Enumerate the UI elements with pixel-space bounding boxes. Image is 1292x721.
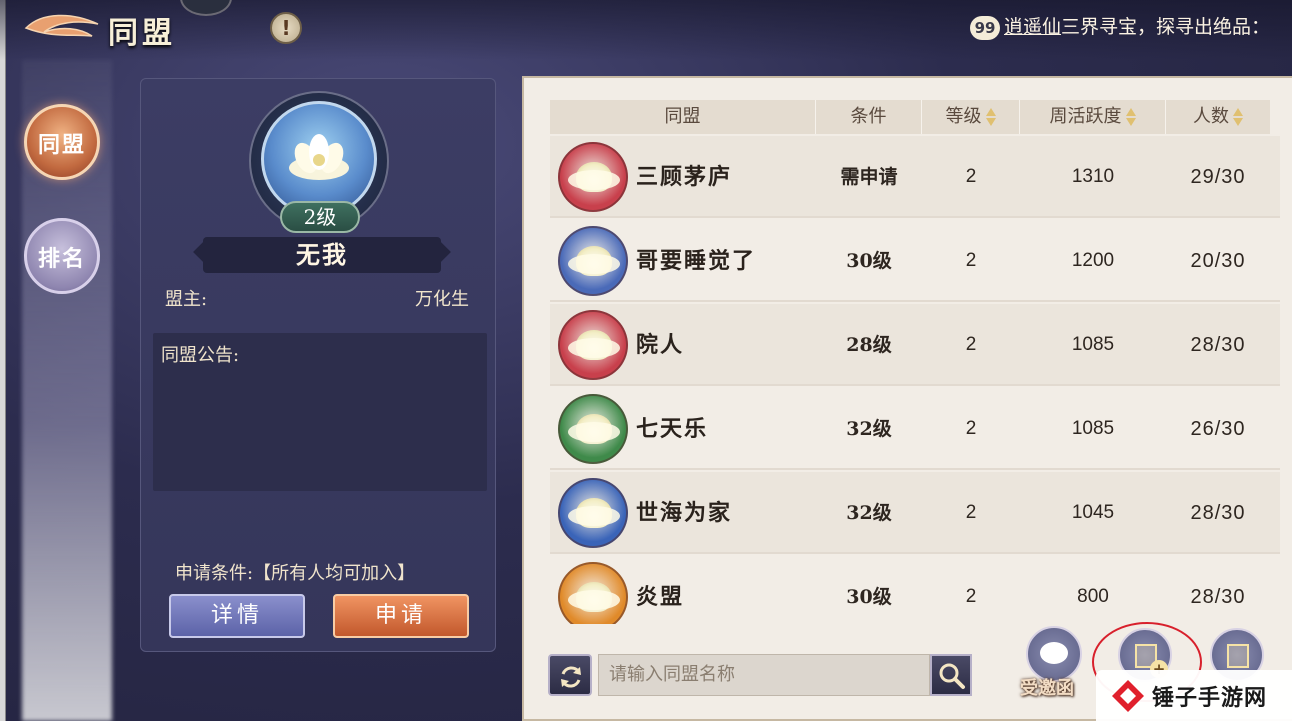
leader-label: 盟主:: [165, 289, 208, 310]
row-activity: 1045: [1071, 502, 1115, 523]
alliance-emblem-icon: [558, 310, 628, 380]
marquee: 99 逍遥仙三界寻宝，探寻出绝品：: [970, 12, 1292, 42]
sort-icon: [985, 108, 996, 126]
row-members: 28/30: [1190, 586, 1246, 608]
vip-badge: 99: [970, 16, 1000, 40]
alliance-emblem-icon: [558, 226, 628, 296]
banner-list-icon: [1227, 644, 1249, 668]
alliance-name: 无我: [203, 237, 441, 273]
alliance-emblem-icon: [261, 101, 377, 217]
row-members: 29/30: [1190, 166, 1246, 188]
sort-icon: [1233, 108, 1243, 126]
desktop-edge: [0, 0, 6, 721]
info-button[interactable]: !: [270, 12, 302, 44]
invitation-label: 受邀函: [1020, 678, 1074, 699]
alliance-emblem-icon: [558, 394, 628, 464]
nav-tab-ranking[interactable]: 排名: [24, 218, 100, 294]
alliance-detail-panel: 2级 无我 盟主: 万化生 同盟公告: 申请条件:【所有人均可加入】 详情 申请: [140, 78, 496, 652]
marquee-text: 三界寻宝，探寻出绝品：: [1061, 16, 1271, 38]
row-members: 28/30: [1190, 502, 1246, 524]
lotus-icon: [289, 134, 349, 180]
logo-swirl-icon: [24, 14, 99, 37]
row-activity: 1085: [1071, 418, 1115, 439]
marquee-player-link[interactable]: 逍遥仙: [1004, 16, 1061, 38]
col-header-name: 同盟: [550, 100, 816, 134]
table-row[interactable]: 院人 28级 2 1085 28/30: [550, 304, 1280, 386]
row-level: 2: [965, 166, 977, 187]
search-button[interactable]: [930, 654, 972, 696]
col-header-condition: 条件: [816, 100, 922, 134]
row-name: 炎盟: [636, 584, 685, 610]
exclamation-icon: !: [281, 16, 291, 40]
alliance-level-badge: 2级: [280, 201, 360, 233]
row-name: 三顾茅庐: [636, 164, 733, 190]
col-header-activity[interactable]: 周活跃度: [1020, 100, 1166, 134]
row-condition: 30级: [846, 250, 892, 272]
row-level: 2: [965, 502, 977, 523]
alliance-emblem-icon: [558, 562, 628, 624]
row-condition: 需申请: [840, 166, 898, 188]
row-name: 七天乐: [636, 416, 709, 442]
row-members: 26/30: [1190, 418, 1246, 440]
row-level: 2: [965, 418, 977, 439]
row-condition: 32级: [846, 502, 892, 524]
alliance-emblem-icon: [558, 478, 628, 548]
search-icon: [939, 663, 965, 689]
row-condition: 28级: [846, 334, 892, 356]
row-level: 2: [965, 250, 977, 271]
refresh-button[interactable]: [548, 654, 592, 696]
apply-button[interactable]: 申请: [333, 594, 469, 638]
row-level: 2: [965, 334, 977, 355]
chat-bubble-icon: [1040, 642, 1068, 664]
row-activity: 1085: [1071, 334, 1115, 355]
table-row[interactable]: 炎盟 30级 2 800 28/30: [550, 556, 1280, 624]
apply-condition: 申请条件:【所有人均可加入】: [175, 563, 416, 584]
sort-icon: [1125, 108, 1136, 126]
notice-label: 同盟公告:: [161, 345, 240, 366]
row-name: 院人: [636, 332, 685, 358]
leader-name: 万化生: [415, 289, 469, 310]
row-name: 世海为家: [636, 500, 733, 526]
row-level: 2: [965, 586, 977, 607]
row-condition: 30级: [846, 586, 892, 608]
row-name: 哥要睡觉了: [636, 248, 757, 274]
row-activity: 1200: [1071, 250, 1115, 271]
nav-tab-alliance[interactable]: 同盟: [24, 104, 100, 180]
row-members: 28/30: [1190, 334, 1246, 356]
table-row[interactable]: 世海为家 32级 2 1045 28/30: [550, 472, 1280, 554]
refresh-icon: [561, 666, 581, 688]
row-members: 20/30: [1190, 250, 1246, 272]
notice-box: 同盟公告:: [153, 333, 487, 491]
search-input[interactable]: 请输入同盟名称: [598, 654, 930, 696]
alliance-list-panel: 同盟 条件 等级 周活跃度 人数 三顾茅庐 需申请 2 1310 29/30 哥…: [522, 76, 1292, 721]
alliance-emblem-icon: [558, 142, 628, 212]
table-row[interactable]: 哥要睡觉了 30级 2 1200 20/30: [550, 220, 1280, 302]
row-activity: 800: [1077, 586, 1109, 607]
watermark: 锤子手游网: [1096, 670, 1292, 721]
col-header-level[interactable]: 等级: [922, 100, 1020, 134]
watermark-logo-icon: [1112, 680, 1144, 712]
table-row[interactable]: 七天乐 32级 2 1085 26/30: [550, 388, 1280, 470]
row-condition: 32级: [846, 418, 892, 440]
col-header-members[interactable]: 人数: [1166, 100, 1270, 134]
watermark-text: 锤子手游网: [1152, 686, 1268, 711]
table-header: 同盟 条件 等级 周活跃度 人数: [550, 100, 1270, 134]
page-title: 同盟: [108, 16, 176, 51]
row-activity: 1310: [1071, 166, 1115, 187]
alliance-list: 三顾茅庐 需申请 2 1310 29/30 哥要睡觉了 30级 2 1200 2…: [550, 136, 1280, 624]
table-row[interactable]: 三顾茅庐 需申请 2 1310 29/30: [550, 136, 1280, 218]
detail-button[interactable]: 详情: [169, 594, 305, 638]
